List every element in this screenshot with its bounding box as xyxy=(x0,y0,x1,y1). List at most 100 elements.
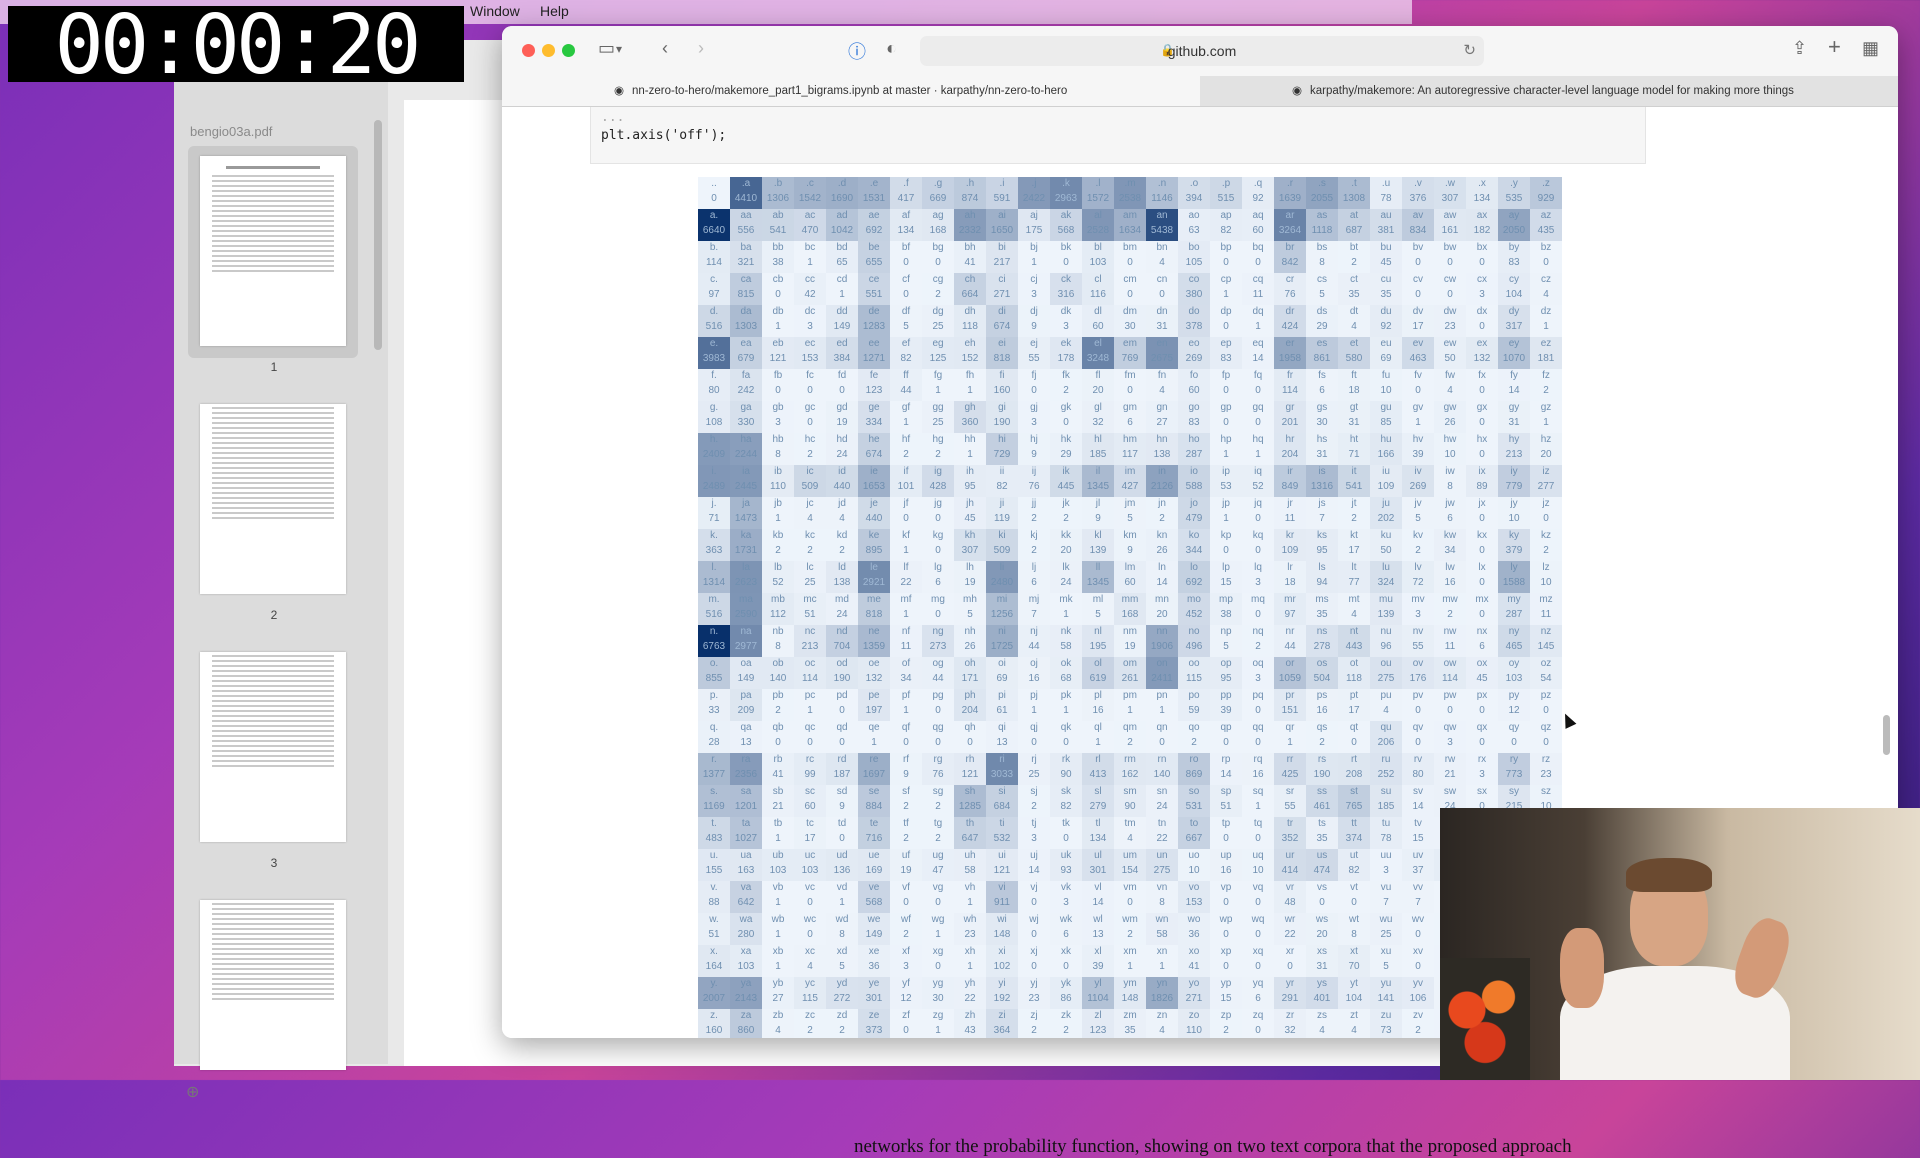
heatmap-cell-label: wl xyxy=(1093,914,1103,925)
heatmap-cell-mf: mf 1 xyxy=(890,593,922,625)
heatmap-cell-count: 160 xyxy=(705,1025,723,1036)
heatmap-cell-qc: qc 0 xyxy=(794,721,826,753)
tab-overview-icon[interactable]: ▦ xyxy=(1862,38,1879,59)
heatmap-cell-count: 121 xyxy=(993,865,1011,876)
heatmap-cell-label: je xyxy=(870,498,878,509)
heatmap-cell-label: or xyxy=(1285,658,1295,669)
heatmap-cell-oc: oc 114 xyxy=(794,657,826,689)
heatmap-cell-label: fu xyxy=(1381,370,1391,381)
heatmap-cell-nl: nl 195 xyxy=(1082,625,1114,657)
pdf-page-thumbnail-1[interactable] xyxy=(200,156,346,346)
forward-icon[interactable]: › xyxy=(698,38,704,59)
heatmap-cell-count: 0 xyxy=(1223,929,1229,940)
heatmap-cell-label: ao xyxy=(1188,210,1200,221)
heatmap-cell-gk: gk 0 xyxy=(1050,401,1082,433)
heatmap-cell-count: 2409 xyxy=(702,449,726,460)
heatmap-cell-count: 104 xyxy=(1345,993,1363,1004)
zoom-window-button[interactable] xyxy=(562,44,575,57)
heatmap-cell-count: 647 xyxy=(961,833,979,844)
reload-icon[interactable]: ↻ xyxy=(1463,41,1476,59)
heatmap-cell-label: fr xyxy=(1286,370,1294,381)
heatmap-cell-ch: ch 664 xyxy=(954,273,986,305)
heatmap-cell-sh: sh 1285 xyxy=(954,785,986,817)
heatmap-cell-tc: tc 17 xyxy=(794,817,826,849)
heatmap-cell-count: 869 xyxy=(1185,769,1203,780)
new-tab-icon[interactable]: + xyxy=(1828,34,1841,60)
heatmap-cell-label: dx xyxy=(1476,306,1488,317)
heatmap-cell-label: gr xyxy=(1285,402,1295,413)
sidebar-scrollbar[interactable] xyxy=(374,120,382,350)
heatmap-cell-label: by xyxy=(1508,242,1520,253)
heatmap-cell-label: bl xyxy=(1094,242,1102,253)
heatmap-cell-count: 773 xyxy=(1505,769,1523,780)
minimize-window-button[interactable] xyxy=(542,44,555,57)
heatmap-cell-label: bu xyxy=(1380,242,1392,253)
heatmap-cell-count: 10 xyxy=(1252,865,1264,876)
heatmap-cell-count: 1 xyxy=(1223,513,1229,524)
heatmap-cell-xo: xo 41 xyxy=(1178,945,1210,977)
heatmap-cell-count: 765 xyxy=(1345,801,1363,812)
heatmap-cell-label: gy xyxy=(1508,402,1520,413)
heatmap-cell-label: qi xyxy=(998,722,1006,733)
heatmap-cell-count: 31 xyxy=(1348,417,1360,428)
heatmap-cell-al: al 2528 xyxy=(1082,209,1114,241)
menu-window[interactable]: Window xyxy=(470,3,520,19)
heatmap-cell-label: j. xyxy=(711,498,717,509)
heatmap-cell-iq: iq 52 xyxy=(1242,465,1274,497)
heatmap-cell-label: cy xyxy=(1509,274,1519,285)
heatmap-cell-count: 818 xyxy=(993,353,1011,364)
heatmap-cell-ny: ny 465 xyxy=(1498,625,1530,657)
heatmap-cell-label: yj xyxy=(1030,978,1038,989)
address-bar[interactable]: 🔒 github.com ↻ xyxy=(920,36,1484,66)
heatmap-cell-count: 0 xyxy=(1255,545,1261,556)
heatmap-cell-label: jz xyxy=(1542,498,1550,509)
heatmap-cell-lx: lx 0 xyxy=(1466,561,1498,593)
heatmap-cell-label: .y xyxy=(1510,178,1518,189)
heatmap-cell-label: ja xyxy=(742,498,750,509)
presenter-right-hand xyxy=(1727,912,1797,1004)
heatmap-cell-aa: aa 556 xyxy=(730,209,762,241)
heatmap-cell-label: bc xyxy=(804,242,816,253)
heatmap-cell-label: aq xyxy=(1252,210,1264,221)
heatmap-cell-iu: iu 109 xyxy=(1370,465,1402,497)
heatmap-cell-op: op 95 xyxy=(1210,657,1242,689)
shield-icon[interactable]: ◐ xyxy=(886,38,897,59)
heatmap-cell-dn: dn 31 xyxy=(1146,305,1178,337)
chevron-down-icon[interactable]: ▾ xyxy=(616,42,622,56)
heatmap-cell-label: .o xyxy=(1189,178,1199,189)
heatmap-cell-label: ge xyxy=(868,402,880,413)
heatmap-cell-label: qu xyxy=(1380,722,1392,733)
heatmap-cell-ah: ah 2332 xyxy=(954,209,986,241)
share-icon[interactable]: ⇪ xyxy=(1792,38,1807,59)
back-icon[interactable]: ‹ xyxy=(662,38,668,59)
heatmap-cell-count: 155 xyxy=(705,865,723,876)
heatmap-cell-label: iu xyxy=(1382,466,1390,477)
password-manager-icon[interactable]: ⓘ xyxy=(848,38,866,64)
menu-help[interactable]: Help xyxy=(540,3,569,19)
heatmap-cell-label: gt xyxy=(1349,402,1359,413)
pdf-page-thumbnail-3[interactable] xyxy=(200,652,346,842)
heatmap-cell-label: uv xyxy=(1412,850,1424,861)
close-window-button[interactable] xyxy=(522,44,535,57)
heatmap-cell-kk: kk 20 xyxy=(1050,529,1082,561)
sidebar-toggle-icon[interactable]: ▭ xyxy=(598,38,615,59)
heatmap-cell-label: lb xyxy=(774,562,782,573)
tab-makemore[interactable]: ◉ karpathy/makemore: An autoregressive c… xyxy=(1202,76,1898,106)
add-page-icon[interactable]: ⊕ xyxy=(186,1082,199,1102)
code-cell[interactable]: ... plt.axis('off'); xyxy=(590,107,1646,164)
page-scrollbar[interactable] xyxy=(1883,715,1890,755)
heatmap-cell-vk: vk 3 xyxy=(1050,881,1082,913)
heatmap-cell-count: 115 xyxy=(802,993,818,1004)
heatmap-cell-count: 77 xyxy=(1348,577,1360,588)
pdf-page-thumbnail-2[interactable] xyxy=(200,404,346,594)
heatmap-cell-count: 20 xyxy=(1540,449,1552,460)
heatmap-cell-count: 0 xyxy=(935,737,941,748)
tab-notebook[interactable]: ◉ nn-zero-to-hero/makemore_part1_bigrams… xyxy=(502,76,1200,106)
heatmap-cell-gr: gr 201 xyxy=(1274,401,1306,433)
heatmap-cell-sl: sl 279 xyxy=(1082,785,1114,817)
heatmap-cell-count: 4 xyxy=(1351,321,1357,332)
heatmap-cell-label: vg xyxy=(932,882,944,893)
pdf-page-thumbnail-4[interactable] xyxy=(200,900,346,1070)
heatmap-cell-count: 88 xyxy=(708,897,720,908)
heatmap-cell-count: 0 xyxy=(1255,705,1261,716)
